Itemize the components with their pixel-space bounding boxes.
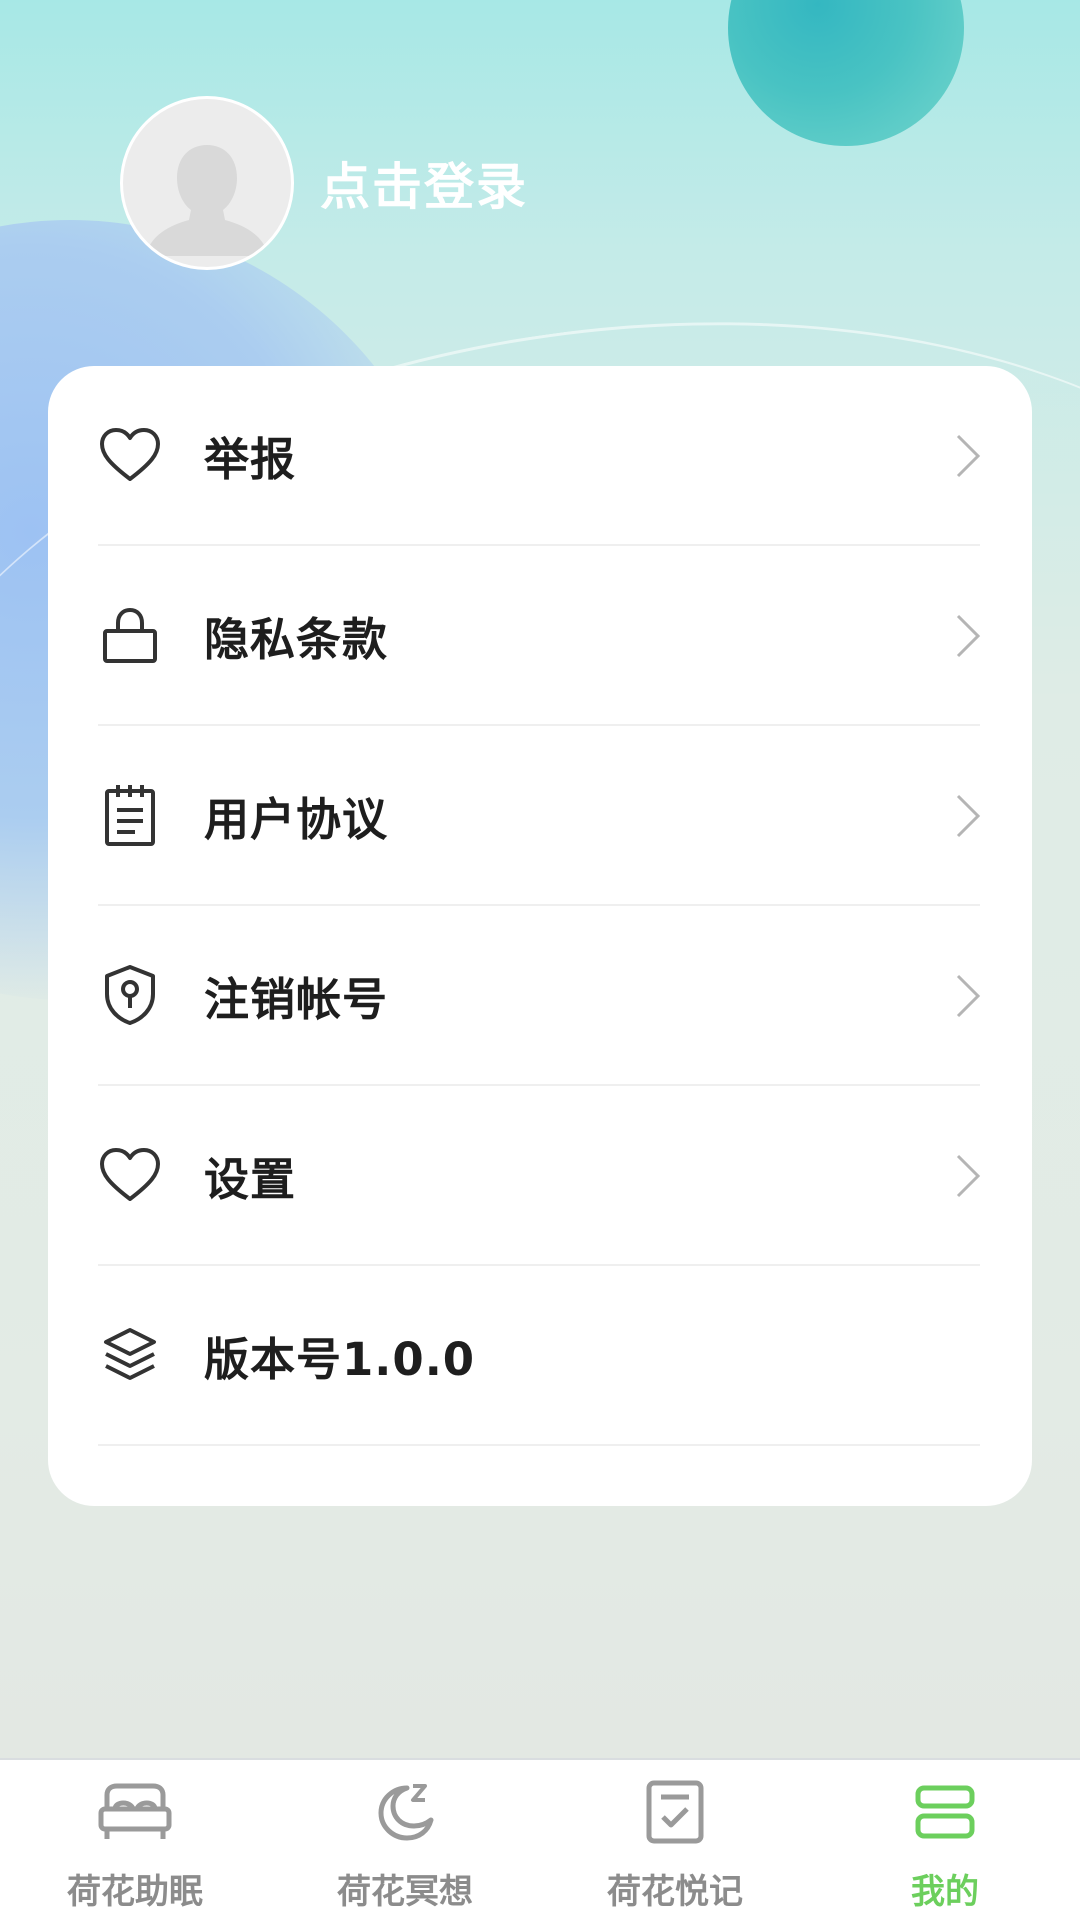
bed-icon: [95, 1774, 175, 1850]
menu-item-delete-account[interactable]: 注销帐号: [98, 906, 981, 1086]
profile-header[interactable]: 点击登录: [120, 96, 528, 270]
heart-icon: [98, 1143, 162, 1207]
tab-label: 荷花助眠: [67, 1872, 203, 1912]
tab-label: 我的: [911, 1872, 979, 1912]
tab-journal[interactable]: 荷花悦记: [575, 1774, 775, 1914]
checklist-icon: [635, 1774, 715, 1850]
tab-sleep-aid[interactable]: 荷花助眠: [35, 1774, 235, 1914]
menu-item-report[interactable]: 举报: [98, 366, 981, 546]
menu-item-version: 版本号1.0.0: [98, 1266, 980, 1446]
menu-item-label: 用户协议: [204, 792, 389, 846]
chevron-right-icon: [956, 794, 981, 838]
notepad-icon: [98, 783, 162, 847]
menu-card: 举报 隐私条款 用户协议 注销帐号 设置 版本号1.0.0: [48, 366, 1032, 1506]
menu-item-label: 注销帐号: [204, 972, 389, 1026]
avatar[interactable]: [120, 96, 294, 270]
chevron-right-icon: [956, 974, 981, 1018]
shield-keyhole-icon: [98, 963, 162, 1027]
menu-item-privacy[interactable]: 隐私条款: [98, 546, 981, 726]
menu-item-label: 隐私条款: [204, 612, 389, 666]
menu-item-label: 设置: [204, 1152, 297, 1206]
menu-item-user-agreement[interactable]: 用户协议: [98, 726, 981, 906]
menu-item-label: 举报: [204, 432, 297, 486]
login-link[interactable]: 点击登录: [320, 147, 528, 219]
background-teal-orb: [728, 0, 964, 146]
profile-cards-icon: [905, 1774, 985, 1850]
person-silhouette-icon: [145, 145, 269, 256]
menu-item-settings[interactable]: 设置: [98, 1086, 981, 1266]
bottom-tab-bar: 荷花助眠 荷花冥想 荷花悦记 我的: [0, 1758, 1080, 1920]
version-label: 版本号1.0.0: [204, 1332, 476, 1386]
lock-icon: [98, 603, 162, 667]
heart-icon: [98, 423, 162, 487]
chevron-right-icon: [956, 434, 981, 478]
tab-mine[interactable]: 我的: [845, 1774, 1045, 1914]
moon-icon: [365, 1774, 445, 1850]
chevron-right-icon: [956, 1154, 981, 1198]
tab-meditation[interactable]: 荷花冥想: [305, 1774, 505, 1914]
layers-icon: [98, 1323, 162, 1387]
tab-label: 荷花悦记: [607, 1872, 743, 1912]
chevron-right-icon: [956, 614, 981, 658]
tab-label: 荷花冥想: [337, 1872, 473, 1912]
